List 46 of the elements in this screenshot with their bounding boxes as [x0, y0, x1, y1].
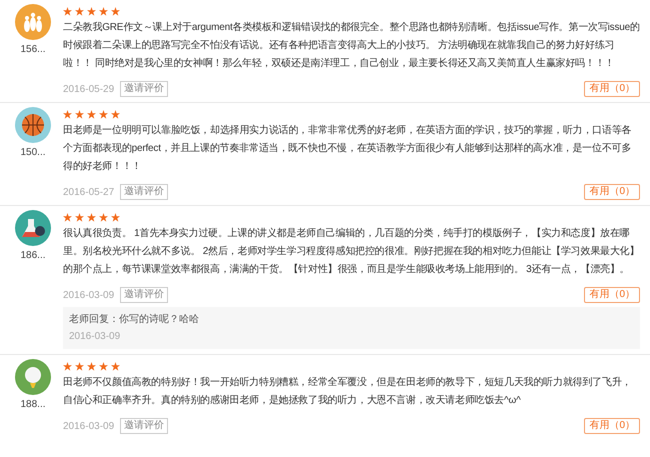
star-icon	[99, 110, 108, 119]
star-icon	[99, 213, 108, 222]
star-icon	[63, 362, 72, 371]
star-icon	[63, 213, 72, 222]
review-date: 2016-05-29	[63, 82, 114, 96]
star-icon	[111, 110, 120, 119]
user-name: 156...	[20, 43, 46, 57]
invite-button[interactable]: 邀请评价	[120, 287, 168, 303]
star-icon	[87, 213, 96, 222]
flask-avatar	[15, 210, 51, 246]
invite-button[interactable]: 邀请评价	[120, 418, 168, 434]
golf-ball-avatar	[15, 359, 51, 395]
star-icon	[111, 362, 120, 371]
review-text: 二朵教我GRE作文～课上对于argument各类模板和逻辑错误找的都很完全。整个思路也都特别清晰。包括issue写作。第一次写issue的时候跟着二朵课上的思路写完全不怕没有话说。还有各种把语言变得高大上的小技巧。 方法明确现在就靠我自己的努力好好练习啦！！ 同时绝对是我心里的女神啊！那么年轻，双硕还是南洋理工，自己创业，最主要长得还又高又美简直人生赢家好吗！！！	[63, 20, 640, 71]
user-name: 150...	[20, 146, 46, 160]
star-icon	[111, 213, 120, 222]
star-icon	[99, 7, 108, 16]
user-name: 186...	[20, 249, 46, 263]
star-icon	[87, 362, 96, 371]
useful-button[interactable]: 有用（0）	[584, 418, 640, 434]
star-icon	[75, 362, 84, 371]
reply-text: 老师回复：你写的诗呢？哈哈	[69, 312, 200, 327]
useful-button[interactable]: 有用（0）	[584, 287, 640, 303]
review-text: 很认真很负责。 1首先本身实力过硬。上课的讲义都是老师自己编辑的，几百题的分类，纯手打的模版例子，【实力和态度】放在哪里。别名校光环什么就不多说。 2然后，老师对学生学习程度得感知把控的很准。刚好把握在我的相对吃力但能让【学习效果最大化】的那个点上，每节课课堂效率都很高，满满的干货。【针对性】很强，而且是学生能吸收考场上能用到的。 3还有一点，【漂亮】。	[63, 226, 640, 277]
star-icon	[87, 7, 96, 16]
star-icon	[111, 7, 120, 16]
review-date: 2016-03-09	[63, 420, 114, 434]
reply-date: 2016-03-09	[69, 330, 122, 344]
bowling-pins-avatar	[15, 4, 51, 40]
review-date: 2016-05-27	[63, 186, 114, 200]
star-icon	[75, 110, 84, 119]
basketball-avatar	[15, 107, 51, 143]
useful-button[interactable]: 有用（0）	[584, 81, 640, 97]
star-icon	[75, 213, 84, 222]
star-icon	[87, 110, 96, 119]
user-name: 188...	[20, 398, 46, 412]
star-icon	[75, 7, 84, 16]
star-icon	[63, 110, 72, 119]
invite-button[interactable]: 邀请评价	[120, 184, 168, 200]
review-text: 田老师是一位明明可以靠脸吃饭，却选择用实力说话的，非常非常优秀的好老师，在英语方面的学识，技巧的掌握，听力，口语等各个方面都表现的perfect，并且上课的节奏非常适当，既不快也不慢，在英语教学方面很少有人能够到达那样的高水准，是一位不可多得的好老师！！！	[63, 124, 632, 174]
review-date: 2016-03-09	[63, 288, 114, 302]
star-icon	[99, 362, 108, 371]
review-text: 田老师不仅颜值高教的特别好！我一开始听力特别糟糕，经常全军覆没，但是在田老师的教导下，短短几天我的听力就得到了飞升，自信心和正确率齐升。真的特别的感谢田老师，是她拯救了我的听力，大恩不言谢，改天请老师吃饭去^ω^	[63, 376, 632, 408]
useful-button[interactable]: 有用（0）	[584, 184, 640, 200]
star-icon	[63, 7, 72, 16]
invite-button[interactable]: 邀请评价	[120, 81, 168, 97]
